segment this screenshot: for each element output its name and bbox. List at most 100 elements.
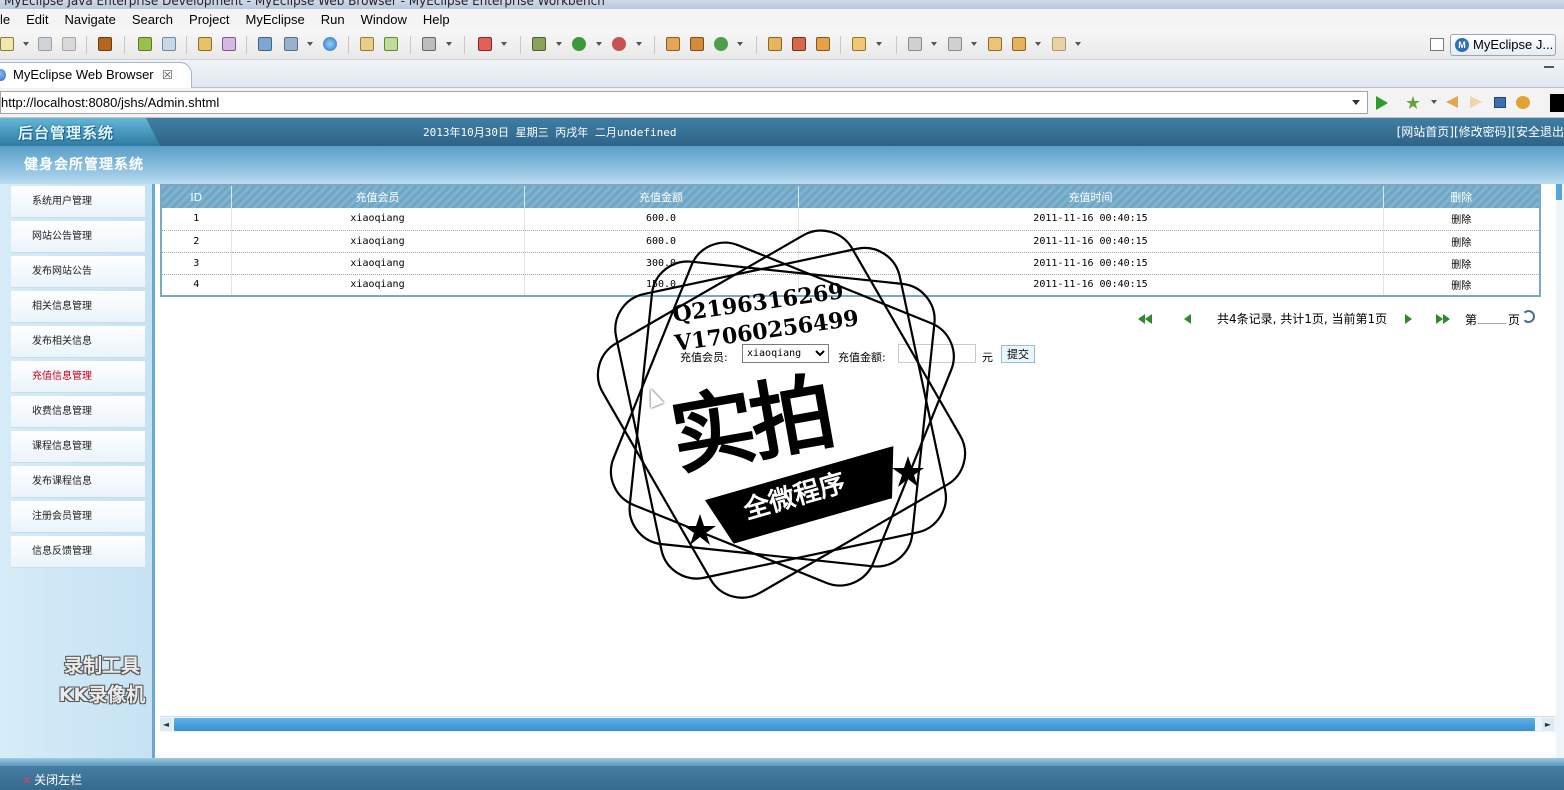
deploy-icon[interactable]	[198, 37, 212, 51]
sidebar-item-publish-related-info[interactable]: 发布相关信息	[11, 326, 145, 358]
delete-link[interactable]: 删除	[1383, 252, 1541, 275]
sidebar-item-fee-info[interactable]: 收费信息管理	[11, 396, 145, 428]
menu-navigate[interactable]: Navigate	[57, 9, 124, 30]
new-dropdown-icon[interactable]	[23, 42, 29, 46]
globe-icon[interactable]	[323, 37, 337, 51]
member-select[interactable]: xiaoqiang	[742, 344, 829, 363]
open-resource-icon[interactable]	[816, 37, 830, 51]
back-dropdown-icon[interactable]	[1035, 42, 1041, 46]
new-package-icon[interactable]	[690, 37, 704, 51]
menu-window[interactable]: Window	[353, 9, 415, 30]
sidebar-item-recharge-info[interactable]: 充值信息管理	[11, 361, 145, 393]
server-icon[interactable]	[162, 37, 176, 51]
go-icon[interactable]	[1376, 96, 1388, 110]
browser-back-icon[interactable]	[1446, 96, 1458, 108]
menu-file[interactable]: le	[0, 9, 18, 30]
last-page-icon[interactable]	[1436, 314, 1443, 324]
page-number-input[interactable]	[1477, 307, 1507, 324]
open-type-icon[interactable]	[768, 37, 782, 51]
export-icon[interactable]	[284, 37, 298, 51]
prev-annotation-dropdown-icon[interactable]	[971, 42, 977, 46]
sidebar-item-publish-notice[interactable]: 发布网站公告	[11, 256, 145, 288]
search-folder-icon[interactable]	[852, 37, 866, 51]
sidebar-item-registered-members[interactable]: 注册会员管理	[11, 501, 145, 533]
forward-dropdown-icon[interactable]	[1075, 42, 1081, 46]
sidebar-item-system-users[interactable]: 系统用户管理	[11, 186, 145, 218]
horizontal-scrollbar[interactable]: ◄ ►	[160, 716, 1556, 732]
export-dropdown-icon[interactable]	[307, 42, 313, 46]
change-password-link[interactable]: [修改密码]	[1454, 125, 1511, 139]
menu-search[interactable]: Search	[124, 9, 181, 30]
package-icon[interactable]	[98, 37, 112, 51]
delete-link[interactable]: 删除	[1383, 274, 1541, 297]
run-dropdown-icon[interactable]	[596, 42, 602, 46]
menu-help[interactable]: Help	[415, 9, 458, 30]
layout-icon[interactable]	[258, 37, 272, 51]
camera-icon[interactable]	[422, 37, 436, 51]
forward-icon[interactable]	[1052, 37, 1066, 51]
external-tools-dropdown-icon[interactable]	[636, 42, 642, 46]
back-icon[interactable]	[1012, 37, 1026, 51]
debug-icon[interactable]	[532, 37, 546, 51]
add-icon[interactable]	[384, 37, 398, 51]
sidebar-item-related-info[interactable]: 相关信息管理	[11, 291, 145, 323]
menu-myeclipse[interactable]: MyEclipse	[238, 9, 313, 30]
stop-icon[interactable]	[1494, 97, 1506, 108]
debug-server-icon[interactable]	[138, 37, 152, 51]
prev-annotation-icon[interactable]	[948, 37, 962, 51]
bug-dropdown-icon[interactable]	[501, 42, 507, 46]
scroll-left-icon[interactable]: ◄	[160, 718, 172, 731]
menu-project[interactable]: Project	[181, 9, 237, 30]
favorites-dropdown-icon[interactable]	[1431, 100, 1437, 104]
close-sidebar-link[interactable]: × 关闭左栏	[22, 771, 82, 788]
save-icon[interactable]	[38, 37, 52, 51]
next-annotation-dropdown-icon[interactable]	[931, 42, 937, 46]
debug-dropdown-icon[interactable]	[556, 42, 562, 46]
amount-input[interactable]	[898, 344, 976, 363]
logout-link[interactable]: [安全退出	[1511, 125, 1564, 139]
delete-link[interactable]: 删除	[1383, 208, 1541, 231]
first-page-icon[interactable]	[1138, 314, 1145, 324]
next-page-icon[interactable]	[1405, 314, 1412, 324]
sidebar-item-course-info[interactable]: 课程信息管理	[11, 431, 145, 463]
submit-button[interactable]: 提交	[1001, 345, 1035, 363]
favorites-icon[interactable]	[1406, 96, 1420, 109]
delete-link[interactable]: 删除	[1383, 230, 1541, 253]
new-class-icon[interactable]	[666, 37, 680, 51]
menu-edit[interactable]: Edit	[18, 9, 56, 30]
horizontal-scroll-thumb[interactable]	[174, 718, 1535, 731]
refresh-icon[interactable]	[714, 37, 728, 51]
vertical-scroll-thumb[interactable]	[1556, 184, 1562, 200]
redeploy-icon[interactable]	[222, 37, 236, 51]
external-tools-icon[interactable]	[612, 37, 626, 51]
print-icon[interactable]	[62, 37, 76, 51]
site-home-link[interactable]: [网站首页]	[1397, 125, 1454, 139]
scroll-right-icon[interactable]: ►	[1542, 718, 1554, 731]
last-edit-icon[interactable]	[988, 37, 1002, 51]
browser-forward-icon[interactable]	[1470, 96, 1482, 108]
sidebar-item-publish-course[interactable]: 发布课程信息	[11, 466, 145, 498]
perspective-switcher[interactable]: M MyEclipse J...	[1450, 34, 1556, 56]
open-folder-icon[interactable]	[360, 37, 374, 51]
pencil-icon[interactable]	[792, 37, 806, 51]
open-perspective-icon[interactable]	[1430, 38, 1444, 51]
run-icon[interactable]	[572, 37, 586, 51]
tab-close-icon[interactable]: ☒	[162, 63, 173, 87]
url-input[interactable]	[0, 91, 1368, 114]
camera-dropdown-icon[interactable]	[446, 42, 452, 46]
refresh-page-icon[interactable]	[1516, 96, 1530, 109]
sidebar-item-site-notices[interactable]: 网站公告管理	[11, 221, 145, 253]
search-dropdown-icon[interactable]	[876, 42, 882, 46]
tab-web-browser[interactable]: MyEclipse Web Browser ☒	[0, 62, 192, 88]
go-page-icon[interactable]	[1522, 310, 1535, 323]
bug-icon[interactable]	[478, 37, 492, 51]
refresh-dropdown-icon[interactable]	[737, 42, 743, 46]
external-browser-icon[interactable]	[1550, 94, 1564, 112]
menu-run[interactable]: Run	[313, 9, 353, 30]
prev-page-icon[interactable]	[1184, 314, 1191, 324]
next-annotation-icon[interactable]	[908, 37, 922, 51]
url-history-dropdown-icon[interactable]	[1352, 100, 1360, 105]
new-icon[interactable]	[0, 37, 14, 51]
sidebar-item-feedback[interactable]: 信息反馈管理	[11, 536, 145, 568]
minimize-view-icon[interactable]	[1544, 66, 1554, 68]
